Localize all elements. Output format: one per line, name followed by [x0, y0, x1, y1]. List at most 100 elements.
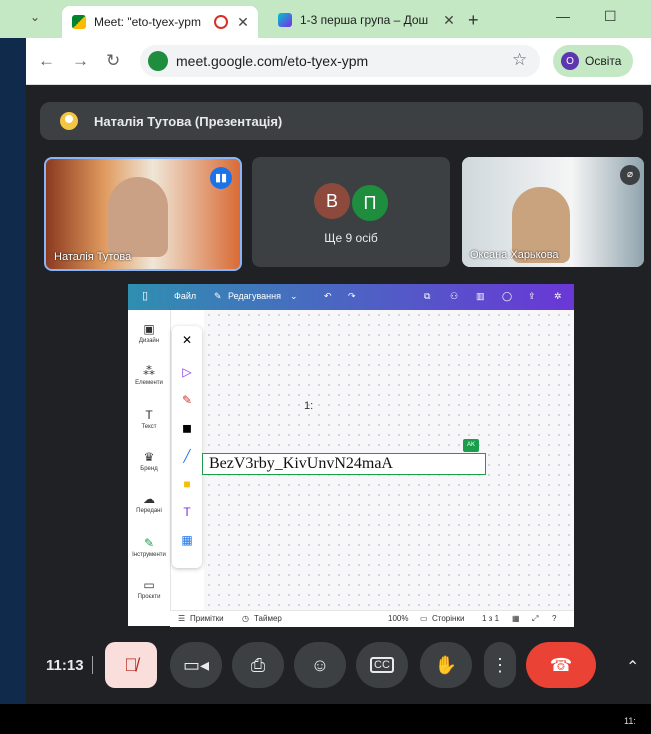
participant-tile[interactable]: ▮▮ Наталія Тутова — [44, 157, 242, 271]
collaborator-badge: AK — [463, 439, 479, 452]
emoji-icon: ☺ — [310, 654, 330, 675]
pages-icon: ▭ — [420, 614, 428, 623]
raise-hand-button[interactable]: ✋ — [420, 642, 472, 688]
sidebar-item-projects[interactable]: ▭ Проєкти — [128, 578, 170, 600]
minimize-button[interactable]: — — [556, 8, 570, 24]
avatar: П — [350, 183, 390, 223]
edit-pencil-icon: ✎ — [214, 291, 222, 301]
participant-name: Наталія Тутова — [54, 251, 132, 263]
tab-search-button[interactable]: ⌄ — [30, 10, 40, 24]
notes-button[interactable]: Примітки — [190, 614, 224, 623]
chevron-up-icon[interactable]: ⌃ — [626, 657, 639, 677]
sidebar-item-design[interactable]: ▣ Дизайн — [128, 322, 170, 344]
reload-icon[interactable]: ↻ — [106, 51, 120, 71]
sidebar-toggle-icon[interactable]: ▯ — [142, 289, 148, 302]
sidebar-item-text[interactable]: T Текст — [128, 408, 170, 430]
timer-icon: ◷ — [242, 614, 249, 623]
redo-icon[interactable]: ↷ — [348, 291, 356, 302]
text-icon: T — [145, 408, 153, 422]
tab-canva[interactable]: 1-3 перша група – Дош ✕ — [268, 6, 464, 34]
close-icon[interactable]: ✕ — [234, 14, 252, 31]
folder-icon: ▭ — [143, 578, 155, 592]
presentation-bar: Наталія Тутова (Презентація) — [40, 102, 643, 140]
recording-icon — [214, 15, 228, 29]
help-icon[interactable]: ? — [552, 614, 556, 623]
hand-icon: ✋ — [434, 654, 458, 675]
layout-icon: ▣ — [143, 322, 155, 336]
address-bar[interactable]: meet.google.com/eto-tyex-ypm — [140, 45, 540, 77]
present-button[interactable]: ⎙ — [232, 642, 284, 688]
resize-icon[interactable]: ⧉ — [424, 291, 430, 302]
sidebar-item-label: Текст — [141, 424, 157, 430]
pen-icon[interactable]: ✎ — [179, 392, 195, 408]
close-icon[interactable]: ✕ — [440, 12, 458, 29]
share-icon[interactable]: ⇪ — [528, 291, 536, 302]
draw-icon: ✎ — [143, 536, 155, 550]
captions-icon: CC — [370, 657, 394, 673]
reactions-button[interactable]: ☺ — [294, 642, 346, 688]
tab-meet[interactable]: Meet: "eto-tyex-ypm ✕ — [62, 6, 258, 38]
url-text: meet.google.com/eto-tyex-ypm — [176, 53, 369, 69]
mic-toggle-button[interactable]: 🎙̸ — [105, 642, 157, 688]
fullscreen-icon[interactable]: ⤢ — [532, 614, 538, 624]
sidebar-item-label: Проєкти — [137, 594, 161, 600]
profile-button[interactable]: O Освіта — [553, 45, 633, 77]
drawing-tool-palette: ✕ ▷ ✎ ◼ ╱ ■ T ▦ — [172, 326, 202, 568]
sticky-note-icon[interactable]: ■ — [179, 476, 195, 492]
back-icon[interactable]: ← — [38, 51, 55, 71]
phone-hangup-icon: ☎ — [549, 654, 573, 675]
settings-icon[interactable]: ✲ — [554, 291, 562, 302]
sidebar-item-elements[interactable]: ⁂ Елементи — [128, 364, 170, 386]
insights-icon[interactable]: ▥ — [476, 291, 485, 302]
line-icon[interactable]: ╱ — [179, 448, 195, 464]
sidebar-item-uploads[interactable]: ☁ Передані — [128, 492, 170, 514]
grid-view-icon[interactable]: ▦ — [512, 614, 520, 623]
table-icon[interactable]: ▦ — [179, 532, 195, 548]
close-icon[interactable]: ✕ — [179, 332, 195, 348]
zoom-level[interactable]: 100% — [388, 614, 408, 623]
maximize-button[interactable]: ☐ — [604, 8, 617, 25]
os-taskbar — [0, 704, 651, 734]
bookmark-star-icon[interactable]: ☆ — [512, 50, 527, 70]
participant-tile-others[interactable]: В П Ще 9 осіб — [252, 157, 450, 267]
site-info-icon[interactable] — [148, 51, 168, 71]
menu-file[interactable]: Файл — [174, 291, 196, 301]
forward-icon[interactable]: → — [72, 51, 89, 71]
captions-button[interactable]: CC — [356, 642, 408, 688]
shapes-icon[interactable]: ◼ — [179, 420, 195, 436]
participant-video-face — [108, 177, 168, 257]
timer-button[interactable]: Таймер — [254, 614, 282, 623]
presentation-title: Наталія Тутова (Презентація) — [94, 114, 283, 129]
camera-toggle-button[interactable]: ▭◂ — [170, 642, 222, 688]
select-pointer-icon[interactable]: ▷ — [179, 364, 195, 380]
chevron-down-icon: ⌄ — [290, 291, 298, 301]
new-tab-button[interactable]: + — [468, 10, 479, 31]
present-screen-icon: ⎙ — [250, 654, 266, 675]
shared-screen-canva: ▯ Файл ✎ Редагування ⌄ ↶ ↷ ⧉ ⚇ ▥ ◯ ⇪ ✲ ▣… — [128, 284, 574, 627]
text-tool-icon[interactable]: T — [179, 504, 195, 520]
tab-title: 1-3 перша група – Дош — [300, 13, 429, 27]
profile-avatar: O — [561, 52, 579, 70]
undo-icon[interactable]: ↶ — [324, 291, 332, 302]
profile-name: Освіта — [585, 54, 622, 68]
more-options-button[interactable]: ⋮ — [484, 642, 516, 688]
tab-title: Meet: "eto-tyex-ypm — [94, 15, 201, 29]
taskbar-clock: 11: — [624, 716, 636, 726]
menu-edit[interactable]: Редагування — [228, 291, 281, 301]
google-meet-icon — [72, 15, 86, 29]
page-count: 1 з 1 — [482, 614, 500, 623]
sidebar-item-label: Елементи — [135, 380, 163, 386]
canvas-text-box[interactable]: BezV3rby_KivUnvN24maA — [202, 453, 486, 475]
mic-off-icon: ⌀ — [620, 165, 640, 185]
sidebar-item-label: Передані — [136, 508, 162, 514]
pages-button[interactable]: Сторінки — [432, 614, 464, 623]
sidebar-item-tools[interactable]: ✎ Інструменти — [128, 536, 170, 558]
collaborate-icon[interactable]: ⚇ — [450, 291, 458, 302]
sidebar-item-brand[interactable]: ♛ Бренд — [128, 450, 170, 472]
desktop-background-strip — [0, 38, 26, 734]
browser-tab-strip: ⌄ Meet: "eto-tyex-ypm ✕ 1-3 перша група … — [0, 0, 651, 38]
leave-call-button[interactable]: ☎ — [526, 642, 596, 688]
comment-icon[interactable]: ◯ — [502, 291, 512, 302]
participant-tile[interactable]: ⌀ Оксана Харькова — [462, 157, 644, 267]
cursor-label: 1: — [304, 400, 314, 412]
